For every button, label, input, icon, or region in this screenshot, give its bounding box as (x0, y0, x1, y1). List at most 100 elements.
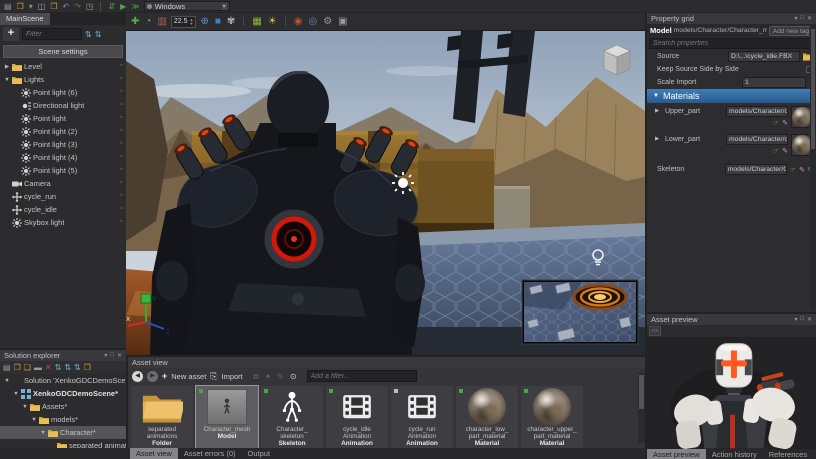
open-folder-icon[interactable]: ❐ (17, 2, 24, 11)
copy-asset-icon[interactable]: ⧉ (253, 372, 259, 381)
edit-asset-icon[interactable]: ✎ (277, 372, 284, 381)
snap-magnet-icon[interactable]: ✾ (227, 16, 235, 28)
scene-item-point-light-6[interactable]: Point light (6)^ (0, 86, 126, 99)
open-dropdown-caret-icon[interactable]: ▾ (29, 2, 33, 11)
expander-icon[interactable]: ▼ (3, 77, 11, 83)
visibility-toggle-icon[interactable]: ^ (120, 181, 123, 187)
delete-icon[interactable]: ✕ (45, 363, 52, 372)
settings-dropdown-icon[interactable]: ◳ (86, 2, 94, 11)
add-entity-button[interactable]: + (3, 27, 19, 41)
play-icon[interactable]: ▶ (120, 2, 126, 11)
fast-forward-icon[interactable]: ≫ (131, 2, 139, 11)
solution-item-solution-xenkogdcdemoscene[interactable]: ▼Solution 'XenkoGDCDemoScene' (0, 374, 126, 387)
edit-pencil-icon[interactable]: ✎ (799, 166, 805, 174)
camera-options-icon[interactable]: ▣ (338, 16, 347, 28)
scene-item-point-light-4[interactable]: Point light (4)^ (0, 151, 126, 164)
new-file-icon[interactable]: ▤ (4, 2, 12, 11)
sort-desc-icon[interactable]: ⇅ (95, 30, 102, 39)
material-reference-field[interactable]: models/Character/cha (726, 134, 788, 145)
platform-selector-dropdown[interactable]: Windows ▾ (144, 1, 230, 11)
close-icon[interactable]: ✕ (117, 352, 122, 359)
scene-item-lights[interactable]: ▼Lights^ (0, 73, 126, 86)
asset-filter-input[interactable] (307, 370, 417, 382)
save-all-icon[interactable]: ◫ (38, 2, 46, 11)
visibility-toggle-icon[interactable]: ^ (120, 64, 123, 70)
asset-tile-separated-animations[interactable]: separated animationsFolder (131, 386, 193, 450)
sort-2-icon[interactable]: ⇅ (64, 363, 71, 372)
tab-asset-view[interactable]: Asset view (130, 448, 178, 459)
solution-item-assets[interactable]: ▼Assets* (0, 400, 126, 413)
visibility-toggle-icon[interactable]: ^ (120, 220, 123, 226)
close-icon[interactable]: ✕ (807, 316, 812, 323)
asset-view-scrollbar[interactable] (638, 373, 645, 443)
hand-pick-icon[interactable]: ☞ (790, 166, 796, 174)
tab-output[interactable]: Output (242, 448, 277, 459)
remove-icon[interactable]: ▬ (34, 363, 42, 372)
expander-icon[interactable]: ▼ (39, 430, 47, 436)
visibility-toggle-icon[interactable]: ^ (120, 155, 123, 161)
new-asset-button[interactable]: New asset (171, 372, 206, 381)
scale-gizmo-icon[interactable]: ▥ (157, 16, 166, 28)
material-sphere-icon[interactable]: ◉ (294, 16, 303, 28)
expander-icon[interactable]: ▶ (655, 134, 662, 156)
tab-references[interactable]: References (763, 449, 813, 459)
rotation-snap-stepper[interactable]: 22.5 ▲▼ (171, 16, 197, 28)
new-folder-icon[interactable]: ❐ (14, 363, 21, 372)
pin-icon[interactable]: □ (800, 15, 804, 22)
preview-display-mode-icon[interactable]: ▭ (649, 326, 661, 336)
redo-icon[interactable]: ↷ (74, 2, 81, 11)
render-mode-icon[interactable]: ▦ (252, 16, 261, 28)
visibility-toggle-icon[interactable]: ^ (120, 90, 123, 96)
viewport-settings-icon[interactable]: ⚙ (323, 16, 332, 28)
pin-icon[interactable]: □ (800, 316, 804, 323)
hand-pick-icon[interactable]: ☞ (773, 119, 779, 127)
solution-item-models[interactable]: ▼models* (0, 413, 126, 426)
visibility-toggle-icon[interactable]: ^ (120, 194, 123, 200)
edit-pencil-icon[interactable]: ✎ (782, 147, 788, 155)
scene-settings-button[interactable]: Scene settings (3, 45, 123, 58)
special-folder-icon[interactable]: ❏ (24, 363, 31, 372)
add-tag-button[interactable]: Add new tag (769, 26, 813, 36)
translate-gizmo-icon[interactable]: ◔ (145, 16, 151, 28)
materials-section-header[interactable]: ▼ Materials (647, 89, 816, 103)
explore-folder-icon[interactable]: ❐ (84, 363, 91, 372)
scene-filter-input[interactable] (22, 28, 82, 40)
view-options-eye-icon[interactable]: ⊙ (290, 372, 297, 381)
menu-caret-icon[interactable]: ▾ (794, 316, 797, 323)
import-icon[interactable]: ⎘ (210, 371, 217, 382)
source-value-field[interactable]: D:\...\cycle_idle.FBX (728, 51, 800, 62)
scene-item-point-light-2[interactable]: Point light (2)^ (0, 125, 126, 138)
visibility-toggle-icon[interactable]: ^ (120, 168, 123, 174)
scene-item-level[interactable]: ▶Level^ (0, 60, 126, 73)
skeleton-reference-field[interactable]: models/Character/Cha (725, 164, 787, 175)
asset-tile-character-skeleton[interactable]: Character_ skeletonSkeleton (261, 386, 323, 450)
local-space-icon[interactable]: ■ (215, 16, 221, 28)
visibility-toggle-icon[interactable]: ^ (120, 103, 123, 109)
scene-item-camera[interactable]: Camera^ (0, 177, 126, 190)
expander-icon[interactable]: ▼ (21, 404, 29, 410)
solution-item-character[interactable]: ▼Character* (0, 426, 126, 439)
forward-button[interactable]: ▶ (147, 371, 158, 382)
solution-item-xenkogdcdemoscene[interactable]: ▼XenkoGDCDemoScene* (0, 387, 126, 400)
wireframe-sphere-icon[interactable]: ◎ (308, 16, 317, 28)
asset-preview-viewport[interactable] (647, 337, 816, 449)
world-space-icon[interactable]: ⊕ (200, 16, 208, 28)
asset-tile-character-upper-part-material[interactable]: character_upper_ part_materialMaterial (521, 386, 583, 450)
visibility-toggle-icon[interactable]: ^ (120, 77, 123, 83)
scene-item-point-light-5[interactable]: Point light (5)^ (0, 164, 126, 177)
undo-icon[interactable]: ↶ (62, 2, 69, 11)
tab-asset-preview[interactable]: Asset preview (647, 449, 706, 459)
expander-icon[interactable]: ▼ (30, 417, 38, 423)
scene-item-point-light-3[interactable]: Point light (3)^ (0, 138, 126, 151)
asset-tile-character-low-part-material[interactable]: character_low_ part_materialMaterial (456, 386, 518, 450)
menu-caret-icon[interactable]: ▾ (794, 15, 797, 22)
scene-item-skybox-light[interactable]: Skybox light^ (0, 216, 126, 229)
expander-icon[interactable]: ▶ (655, 106, 662, 128)
asset-tile-character-mesh[interactable]: Character_meshModel (196, 386, 258, 450)
visibility-toggle-icon[interactable]: ^ (120, 207, 123, 213)
visibility-toggle-icon[interactable]: ^ (120, 116, 123, 122)
expander-icon[interactable]: ▶ (3, 64, 11, 70)
scene-item-point-light[interactable]: Point light^ (0, 112, 126, 125)
import-button[interactable]: Import (221, 372, 242, 381)
hand-pick-icon[interactable]: ☞ (773, 147, 779, 155)
